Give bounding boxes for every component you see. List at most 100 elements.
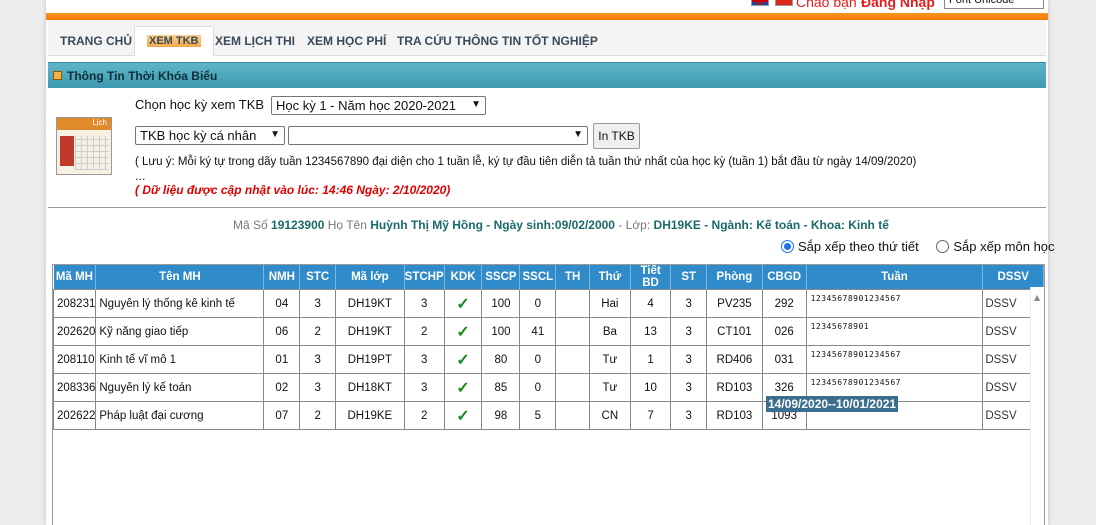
cell-tuan: 1234567890123456­7 <box>805 289 984 318</box>
main-nav: TRANG CHỦ XEM TKB XEM LỊCH THI XEM HỌC P… <box>48 20 1046 56</box>
cell-sscp: 100 <box>481 317 521 346</box>
cell-tiet-bd: 4 <box>629 289 672 318</box>
cell-ten-mh: Kinh tế vĩ mô 1 <box>95 345 265 374</box>
student-name: Huỳnh Thị Mỹ Hồng - Ngày sinh:09/02/2000 <box>370 218 615 232</box>
column-header: SSCP <box>481 265 521 290</box>
tab-tuition[interactable]: XEM HỌC PHÍ <box>307 34 386 48</box>
cell-nmh: 04 <box>263 289 301 318</box>
student-class-info: DH19KE - Ngành: Kế toán - Khoa: Kinh tế <box>653 218 889 232</box>
vietnamese-flag-icon[interactable] <box>775 0 793 6</box>
cell-sscl: 0 <box>519 373 557 402</box>
tkb-type-select[interactable]: TKB học kỳ cá nhân ▼ <box>135 126 285 145</box>
sort-by-day-label: Sắp xếp theo thứ tiết <box>798 239 919 254</box>
calendar-picture <box>60 136 74 166</box>
cell-thu: CN <box>589 401 631 430</box>
radio-unchecked-icon[interactable] <box>936 240 950 253</box>
print-tkb-button[interactable]: In TKB <box>593 123 640 149</box>
tab-graduation-lookup[interactable]: TRA CỨU THÔNG TIN TỐT NGHIỆP <box>397 34 598 48</box>
semester-select[interactable]: Học kỳ 1 - Năm học 2020-2021 ▼ <box>271 96 486 115</box>
cell-sscp: 85 <box>481 373 521 402</box>
cell-thu: Tư <box>589 373 631 402</box>
cell-stchp: 3 <box>403 289 445 318</box>
cell-ma-lop: DH19KE <box>335 401 405 430</box>
tab-xem-tkb[interactable]: XEM TKB <box>134 26 214 56</box>
section-title: Thông Tin Thời Khóa Biểu <box>67 69 218 83</box>
sort-by-day-option[interactable]: Sắp xếp theo thứ tiết <box>781 239 919 254</box>
column-header: DSSV <box>982 265 1044 290</box>
cell-kdk[interactable]: ✓ <box>443 289 483 318</box>
sort-by-subject-option[interactable]: Sắp xếp môn học <box>936 239 1055 254</box>
tab-home[interactable]: TRANG CHỦ <box>60 34 132 48</box>
cell-stchp: 2 <box>403 401 445 430</box>
table-row: 208231 Nguyên lý thống kê kinh tế 04 3 DH19K… <box>53 289 1044 318</box>
cell-th <box>555 317 590 346</box>
table-header-row: Mã MH Tên MH NMH STC Mã lớp STCHP KDK SSCP SSCL T… <box>53 265 1044 290</box>
student-name-label: Họ Tên <box>327 218 367 232</box>
cell-stchp: 2 <box>403 317 445 346</box>
table-row: 208110 Kinh tế vĩ mô 1 01 3 DH19PT 3 ✓ 80 0 Tư 1 3 R… <box>53 345 1044 374</box>
column-header: STCHP <box>404 265 445 290</box>
font-select[interactable]: Font Unicode <box>944 0 1044 9</box>
section-bullet-icon <box>53 71 62 80</box>
column-header: SSCL <box>519 265 557 290</box>
sort-by-subject-label: Sắp xếp môn học <box>953 239 1055 254</box>
tab-exam-schedule[interactable]: XEM LỊCH THI <box>215 34 295 48</box>
cell-ten-mh: Kỹ năng giao tiếp <box>95 317 265 346</box>
radio-checked-icon[interactable] <box>781 240 794 253</box>
column-header: Tên MH <box>95 265 265 290</box>
cell-sscl: 41 <box>519 317 557 346</box>
semester-select-value: Học kỳ 1 - Năm học 2020-2021 <box>276 98 456 113</box>
cell-ma-lop: DH19KT <box>335 317 405 346</box>
cell-sscp: 80 <box>481 345 521 374</box>
column-header: CBGD <box>762 265 807 290</box>
cell-kdk[interactable]: ✓ <box>443 317 483 346</box>
orange-bar <box>46 13 1048 20</box>
english-flag-icon[interactable] <box>751 0 769 6</box>
column-header: Tiết BD <box>630 265 672 290</box>
divider <box>48 207 1046 208</box>
cell-st: 3 <box>670 345 708 374</box>
cell-st: 3 <box>670 373 708 402</box>
cell-kdk[interactable]: ✓ <box>443 345 483 374</box>
cell-sscp: 98 <box>481 401 521 430</box>
cell-th <box>555 401 590 430</box>
weeks-tooltip: 14/09/2020--10/01/2021 <box>766 396 899 412</box>
student-info: Mã Số 19123900 Họ Tên Huỳnh Thị Mỹ Hồng … <box>233 218 889 232</box>
choose-semester-label: Chọn học kỳ xem TKB <box>135 97 265 112</box>
greeting-text: Chào bạn <box>796 0 857 10</box>
tkb-type-select-value: TKB học kỳ cá nhân <box>140 128 257 143</box>
schedule-table-wrapper: Mã MH Tên MH NMH STC Mã lớp STCHP KDK SSCP SSCL T… <box>52 264 1045 525</box>
cell-stc: 2 <box>299 401 337 430</box>
column-header: NMH <box>263 265 301 290</box>
cell-kdk[interactable]: ✓ <box>443 373 483 402</box>
cell-ma-mh: 208231 <box>53 289 97 318</box>
cell-tiet-bd: 1 <box>629 345 672 374</box>
column-header: Tuần <box>806 265 984 290</box>
cell-ten-mh: Nguyên lý kế toán <box>95 373 265 402</box>
cell-nmh: 01 <box>263 345 301 374</box>
cell-sscp: 100 <box>481 289 521 318</box>
cell-sscl: 5 <box>519 401 557 430</box>
cell-stc: 3 <box>299 345 337 374</box>
sort-options: Sắp xếp theo thứ tiết Sắp xếp môn học <box>781 239 1055 254</box>
secondary-select[interactable]: ▼ <box>288 126 588 145</box>
column-header: ST <box>670 265 708 290</box>
cell-ma-lop: DH19KT <box>335 289 405 318</box>
login-link[interactable]: Đăng Nhập <box>861 0 935 10</box>
scroll-up-icon[interactable]: ▲ <box>1034 293 1040 302</box>
cell-ma-mh: 208110 <box>53 345 97 374</box>
cell-phong: CT101 <box>706 317 763 346</box>
cell-stc: 2 <box>299 317 337 346</box>
cell-phong: RD406 <box>706 345 763 374</box>
cell-tiet-bd: 10 <box>629 373 672 402</box>
cell-ma-mh: 208336 <box>53 373 97 402</box>
cell-tuan: 12345678901 <box>805 317 984 346</box>
table-scrollbar[interactable]: ▲ <box>1030 287 1044 525</box>
cell-th <box>555 373 590 402</box>
calendar-grid <box>75 136 109 170</box>
cell-ten-mh: Nguyên lý thống kê kinh tế <box>95 289 265 318</box>
cell-kdk[interactable]: ✓ <box>443 401 483 430</box>
cell-stc: 3 <box>299 289 337 318</box>
calendar-icon: Lịch <box>56 117 112 175</box>
tab-xem-tkb-label: XEM TKB <box>147 35 201 47</box>
